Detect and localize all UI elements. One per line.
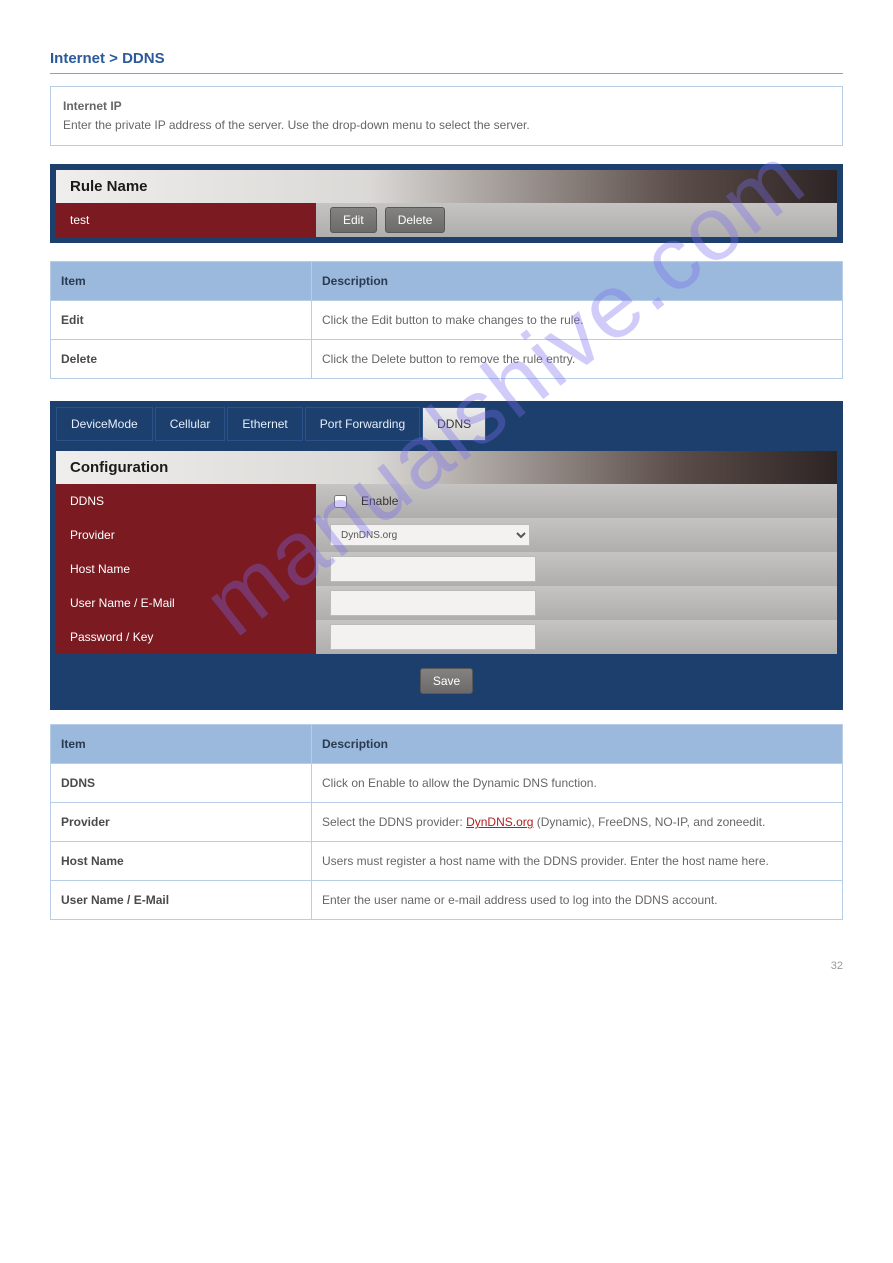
section-title: Internet > DDNS: [50, 50, 843, 74]
table-row: Provider Select the DDNS provider: DynDN…: [51, 803, 843, 842]
cell-item: Edit: [51, 301, 312, 340]
rule-panel: Rule Name test Edit Delete: [50, 164, 843, 243]
cell-item: Delete: [51, 340, 312, 379]
th-desc: Description: [312, 262, 843, 301]
tab-ddns[interactable]: DDNS: [422, 407, 486, 441]
rule-value: test: [56, 203, 316, 237]
table-row: User Name / E-Mail Enter the user name o…: [51, 881, 843, 920]
ddns-desc-table: Item Description DDNS Click on Enable to…: [50, 724, 843, 920]
provider-select[interactable]: DynDNS.org: [330, 524, 530, 546]
rule-row: test Edit Delete: [56, 203, 837, 237]
intro-box: Internet IP Enter the private IP address…: [50, 86, 843, 146]
cell-desc: Click on Enable to allow the Dynamic DNS…: [312, 764, 843, 803]
label-ddns: DDNS: [56, 484, 316, 518]
th-item: Item: [51, 262, 312, 301]
cell-item: DDNS: [51, 764, 312, 803]
config-row-ddns: DDNS Enable: [56, 484, 837, 518]
rule-panel-header: Rule Name: [56, 170, 837, 203]
intro-label: Internet IP: [63, 99, 122, 113]
table-row: Host Name Users must register a host nam…: [51, 842, 843, 881]
intro-text: Enter the private IP address of the serv…: [63, 118, 530, 132]
cell-desc: Enter the user name or e-mail address us…: [312, 881, 843, 920]
cell-desc: Click the Edit button to make changes to…: [312, 301, 843, 340]
delete-button[interactable]: Delete: [385, 207, 446, 233]
tab-devicemode[interactable]: DeviceMode: [56, 407, 153, 441]
label-provider: Provider: [56, 518, 316, 552]
table-row: Edit Click the Edit button to make chang…: [51, 301, 843, 340]
cell-item: User Name / E-Mail: [51, 881, 312, 920]
config-row-user: User Name / E-Mail: [56, 586, 837, 620]
edit-button[interactable]: Edit: [330, 207, 377, 233]
user-input[interactable]: [330, 590, 536, 616]
rule-desc-table: Item Description Edit Click the Edit but…: [50, 261, 843, 379]
config-row-provider: Provider DynDNS.org: [56, 518, 837, 552]
ddns-panel: DeviceMode Cellular Ethernet Port Forwar…: [50, 401, 843, 710]
th-item: Item: [51, 725, 312, 764]
th-desc: Description: [312, 725, 843, 764]
enable-label: Enable: [361, 494, 398, 508]
label-user: User Name / E-Mail: [56, 586, 316, 620]
enable-checkbox[interactable]: [334, 495, 347, 508]
table-row: DDNS Click on Enable to allow the Dynami…: [51, 764, 843, 803]
page-number: 32: [50, 960, 843, 972]
table-row: Delete Click the Delete button to remove…: [51, 340, 843, 379]
label-pass: Password / Key: [56, 620, 316, 654]
tab-ethernet[interactable]: Ethernet: [227, 407, 302, 441]
host-input[interactable]: [330, 556, 536, 582]
config-row-host: Host Name: [56, 552, 837, 586]
config-row-pass: Password / Key: [56, 620, 837, 654]
save-button[interactable]: Save: [420, 668, 473, 694]
cell-desc: Users must register a host name with the…: [312, 842, 843, 881]
cell-item: Provider: [51, 803, 312, 842]
tab-bar: DeviceMode Cellular Ethernet Port Forwar…: [50, 401, 843, 441]
tab-portforwarding[interactable]: Port Forwarding: [305, 407, 420, 441]
pass-input[interactable]: [330, 624, 536, 650]
config-header: Configuration: [56, 451, 837, 484]
dyndns-link[interactable]: DynDNS.org: [466, 815, 533, 829]
cell-desc: Select the DDNS provider: DynDNS.org (Dy…: [312, 803, 843, 842]
cell-desc: Click the Delete button to remove the ru…: [312, 340, 843, 379]
cell-item: Host Name: [51, 842, 312, 881]
label-host: Host Name: [56, 552, 316, 586]
tab-cellular[interactable]: Cellular: [155, 407, 226, 441]
